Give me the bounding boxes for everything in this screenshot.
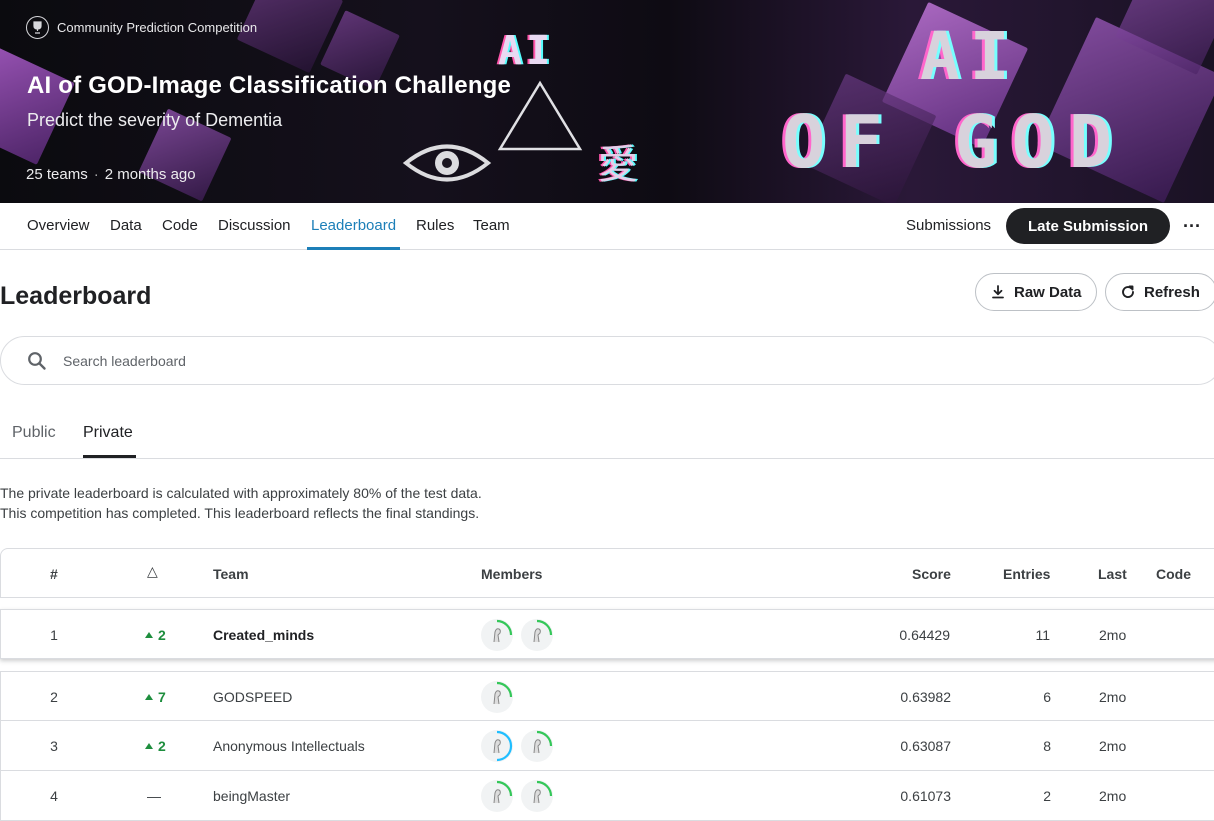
tab-overview[interactable]: Overview bbox=[27, 217, 90, 234]
refresh-label: Refresh bbox=[1144, 283, 1200, 301]
tab-private[interactable]: Private bbox=[83, 424, 133, 442]
avatar[interactable] bbox=[521, 780, 553, 812]
row-rank: 3 bbox=[50, 738, 58, 754]
row-score: 0.63982 bbox=[900, 689, 951, 705]
row-rank: 4 bbox=[50, 788, 58, 804]
row-last: 2mo bbox=[1099, 788, 1127, 804]
banner-deco-big-ai: AI bbox=[920, 18, 1020, 95]
leaderboard-table: # △ Team Members Score Entries Last Code… bbox=[0, 548, 1214, 821]
competition-nav: Overview Data Code Discussion Leaderboar… bbox=[0, 203, 1214, 250]
competition-title: AI of GOD-Image Classification Challenge bbox=[27, 72, 512, 99]
row-members bbox=[481, 780, 553, 812]
table-row[interactable]: 2 7 GODSPEED 0.63982 6 2mo bbox=[0, 671, 1214, 721]
row-score: 0.64429 bbox=[899, 627, 950, 643]
raw-data-button[interactable]: Raw Data bbox=[975, 273, 1097, 311]
download-icon bbox=[992, 285, 1004, 299]
search-icon bbox=[28, 351, 46, 370]
tab-code[interactable]: Code bbox=[162, 217, 198, 234]
row-members bbox=[481, 681, 513, 713]
trophy-icon bbox=[26, 16, 49, 39]
row-last: 2mo bbox=[1099, 627, 1127, 643]
row-rank: 2 bbox=[50, 689, 58, 705]
delta-value: 2 bbox=[158, 627, 166, 643]
row-delta: — bbox=[147, 788, 161, 804]
competition-subtitle: Predict the severity of Dementia bbox=[27, 110, 283, 130]
banner-cube bbox=[0, 45, 75, 165]
row-team[interactable]: Anonymous Intellectuals bbox=[213, 738, 365, 754]
row-entries: 8 bbox=[1043, 738, 1051, 754]
submissions-link[interactable]: Submissions bbox=[906, 217, 991, 234]
banner-deco-ai: AI bbox=[498, 28, 555, 74]
tab-data[interactable]: Data bbox=[110, 217, 142, 234]
search-bar bbox=[0, 336, 1214, 385]
delta-value: 7 bbox=[158, 689, 166, 705]
row-last: 2mo bbox=[1099, 689, 1127, 705]
avatar[interactable] bbox=[521, 619, 553, 651]
eye-icon bbox=[402, 144, 492, 182]
refresh-button[interactable]: Refresh bbox=[1105, 273, 1214, 311]
row-delta: 2 bbox=[145, 627, 166, 643]
arrow-up-icon bbox=[145, 632, 153, 638]
tab-team[interactable]: Team bbox=[473, 217, 510, 234]
raw-data-label: Raw Data bbox=[1014, 283, 1082, 301]
badge-label: Community Prediction Competition bbox=[57, 20, 258, 35]
search-input[interactable] bbox=[63, 352, 963, 369]
avatar[interactable] bbox=[481, 681, 513, 713]
completed-note: This competition has completed. This lea… bbox=[0, 505, 480, 521]
late-submission-button[interactable]: Late Submission bbox=[1006, 208, 1170, 244]
competition-banner: AI 愛 AI OF GOD Community Prediction Comp… bbox=[0, 0, 1214, 203]
delta-value: 2 bbox=[158, 738, 166, 754]
page-title: Leaderboard bbox=[0, 282, 152, 310]
row-entries: 6 bbox=[1043, 689, 1051, 705]
tab-leaderboard[interactable]: Leaderboard bbox=[311, 217, 396, 234]
row-team[interactable]: Created_minds bbox=[213, 627, 314, 643]
avatar[interactable] bbox=[521, 730, 553, 762]
more-options-icon[interactable]: ··· bbox=[1182, 213, 1202, 239]
competition-type-badge: Community Prediction Competition bbox=[26, 16, 257, 39]
banner-deco-big-god: OF GOD bbox=[782, 100, 1127, 184]
header-rank[interactable]: # bbox=[50, 566, 58, 582]
meta-separator: · bbox=[93, 166, 99, 183]
row-score: 0.61073 bbox=[900, 788, 951, 804]
row-team[interactable]: beingMaster bbox=[213, 788, 290, 804]
header-code: Code bbox=[1156, 566, 1191, 582]
row-delta: 2 bbox=[145, 738, 166, 754]
row-members bbox=[481, 730, 553, 762]
leaderboard-subtabs: Public Private bbox=[0, 411, 1214, 459]
active-tab-indicator bbox=[307, 247, 400, 250]
avatar[interactable] bbox=[481, 730, 513, 762]
private-note: The private leaderboard is calculated wi… bbox=[0, 485, 482, 501]
avatar[interactable] bbox=[481, 619, 513, 651]
row-members bbox=[481, 619, 553, 651]
competition-meta: 25 teams · 2 months ago bbox=[26, 166, 196, 183]
avatar[interactable] bbox=[481, 780, 513, 812]
arrow-up-icon bbox=[145, 694, 153, 700]
row-team[interactable]: GODSPEED bbox=[213, 689, 292, 705]
row-rank: 1 bbox=[50, 627, 58, 643]
header-entries[interactable]: Entries bbox=[1003, 566, 1050, 582]
banner-deco-love: 愛 bbox=[598, 142, 638, 188]
row-delta: 7 bbox=[145, 689, 166, 705]
table-row[interactable]: 3 2 Anonymous Intellectuals 0.63087 8 2m… bbox=[0, 721, 1214, 771]
row-entries: 11 bbox=[1035, 627, 1050, 643]
header-score[interactable]: Score bbox=[912, 566, 951, 582]
row-last: 2mo bbox=[1099, 738, 1127, 754]
tab-rules[interactable]: Rules bbox=[416, 217, 454, 234]
header-team[interactable]: Team bbox=[213, 566, 249, 582]
refresh-icon bbox=[1122, 285, 1134, 298]
active-subtab-indicator bbox=[83, 455, 136, 458]
arrow-up-icon bbox=[145, 743, 153, 749]
header-last[interactable]: Last bbox=[1098, 566, 1127, 582]
teams-count: 25 teams bbox=[26, 166, 88, 183]
table-header: # △ Team Members Score Entries Last Code bbox=[0, 548, 1214, 598]
header-members: Members bbox=[481, 566, 543, 582]
time-ago: 2 months ago bbox=[104, 166, 196, 183]
tab-public[interactable]: Public bbox=[12, 424, 56, 442]
table-row[interactable]: 1 2 Created_minds 0.64429 11 2mo bbox=[0, 609, 1214, 659]
row-entries: 2 bbox=[1043, 788, 1051, 804]
table-row[interactable]: 4 — beingMaster 0.61073 2 2mo bbox=[0, 771, 1214, 821]
tab-discussion[interactable]: Discussion bbox=[218, 217, 291, 234]
row-score: 0.63087 bbox=[900, 738, 951, 754]
header-delta[interactable]: △ bbox=[147, 563, 158, 580]
